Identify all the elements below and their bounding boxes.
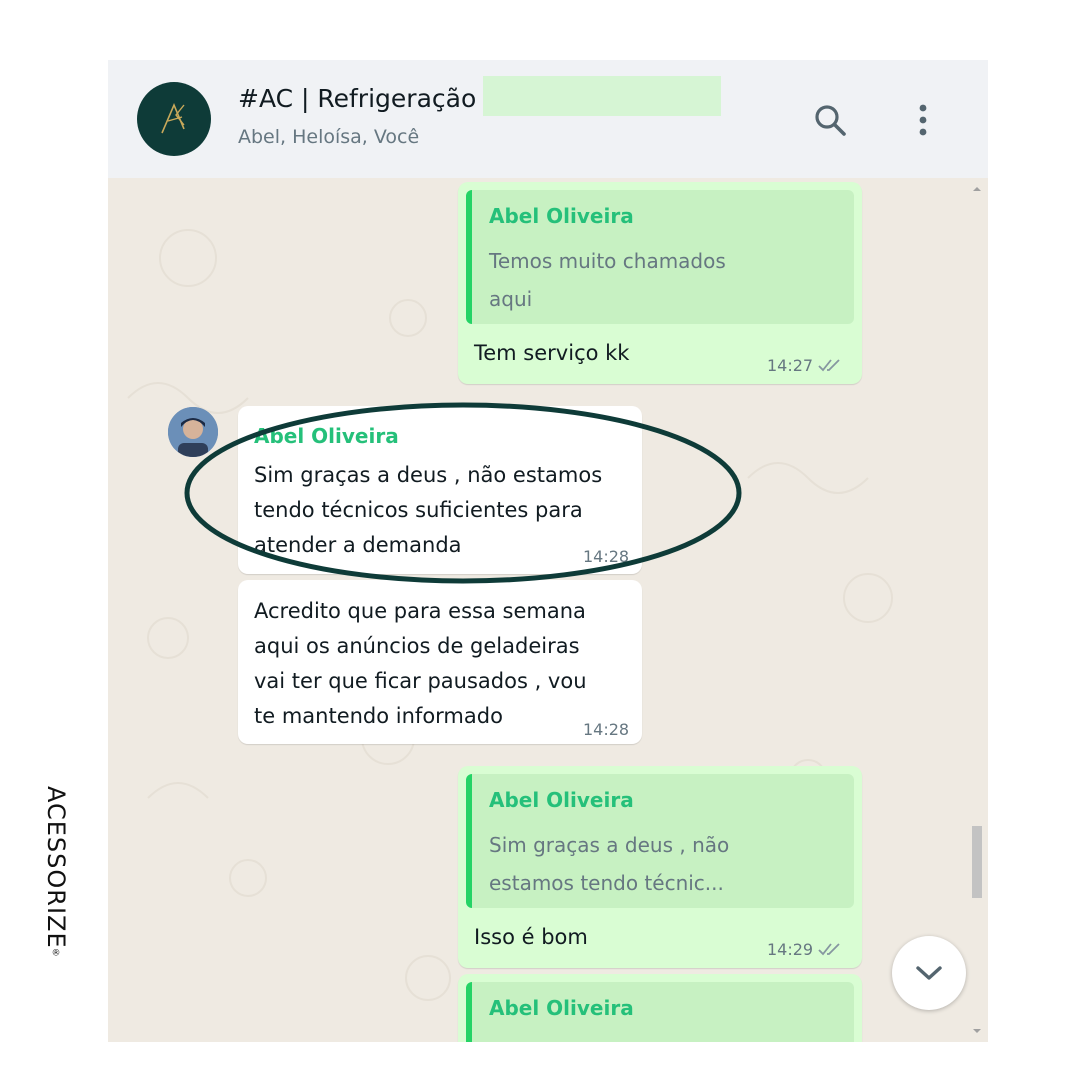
quoted-message[interactable]: Abel Oliveira Temos muito chamados aqui <box>466 190 854 324</box>
user-photo-icon <box>168 407 218 457</box>
double-check-icon <box>818 359 840 372</box>
brand-name-text: ACESSORIZE <box>42 786 70 949</box>
group-members[interactable]: Abel, Heloísa, Você <box>238 126 419 148</box>
quoted-text: Sim graças a deus , não estamos tendo té… <box>489 833 730 895</box>
group-title[interactable]: #AC | Refrigeração <box>238 84 476 113</box>
scroll-up-arrow-icon[interactable] <box>972 184 982 194</box>
outgoing-message[interactable]: Abel Oliveira Temos muito chamados aqui … <box>458 182 862 384</box>
outgoing-message[interactable]: Abel Oliveira Acredito que para essa <box>458 974 862 1042</box>
registered-mark: ® <box>51 948 61 960</box>
brand-name: ACESSORIZE® <box>42 786 70 960</box>
quoted-author: Abel Oliveira <box>489 996 634 1020</box>
message-text: Sim graças a deus , não estamos tendo té… <box>254 463 603 557</box>
brand-logo-icon <box>161 102 185 134</box>
message-meta: 14:29 <box>767 940 845 959</box>
incoming-message[interactable]: Acredito que para essa semana aqui os an… <box>238 580 642 744</box>
sender-name: Abel Oliveira <box>254 424 399 448</box>
message-meta: 14:27 <box>767 356 845 375</box>
quoted-text: Acredito que para essa <box>489 1034 719 1042</box>
scrollbar[interactable] <box>970 182 984 1042</box>
group-avatar[interactable] <box>137 82 211 156</box>
message-time: 14:28 <box>583 547 630 566</box>
message-text: Tem serviço kk <box>474 341 630 365</box>
quoted-text: Temos muito chamados aqui <box>489 249 726 311</box>
scroll-down-arrow-icon[interactable] <box>972 1026 982 1036</box>
quoted-message[interactable]: Abel Oliveira Sim graças a deus , não es… <box>466 774 854 908</box>
outgoing-message[interactable]: Abel Oliveira Sim graças a deus , não es… <box>458 766 862 968</box>
search-button[interactable] <box>808 98 852 142</box>
message-time: 14:27 <box>767 356 814 375</box>
sender-avatar[interactable] <box>168 407 218 457</box>
chat-window: #AC | Refrigeração Abel, Heloísa, Você A… <box>108 60 988 1042</box>
message-time: 14:29 <box>767 940 814 959</box>
brand-watermark: ACESSORIZE® <box>42 786 72 976</box>
message-text: Acredito que para essa semana aqui os an… <box>254 599 587 728</box>
title-redaction <box>483 76 721 116</box>
quoted-author: Abel Oliveira <box>489 788 634 812</box>
search-icon <box>815 105 846 136</box>
message-text: Isso é bom <box>474 925 588 949</box>
quoted-message[interactable]: Abel Oliveira Acredito que para essa <box>466 982 854 1042</box>
menu-button[interactable] <box>903 98 943 142</box>
chat-header: #AC | Refrigeração Abel, Heloísa, Você <box>108 60 988 178</box>
scroll-to-bottom-button[interactable] <box>892 936 966 1010</box>
vertical-dots-icon <box>919 104 927 136</box>
double-check-icon <box>818 943 840 956</box>
chevron-down-icon <box>916 966 942 980</box>
message-time: 14:28 <box>583 720 630 739</box>
incoming-message[interactable]: Abel Oliveira Sim graças a deus , não es… <box>238 406 642 574</box>
scrollbar-thumb[interactable] <box>972 826 982 898</box>
quoted-author: Abel Oliveira <box>489 204 634 228</box>
